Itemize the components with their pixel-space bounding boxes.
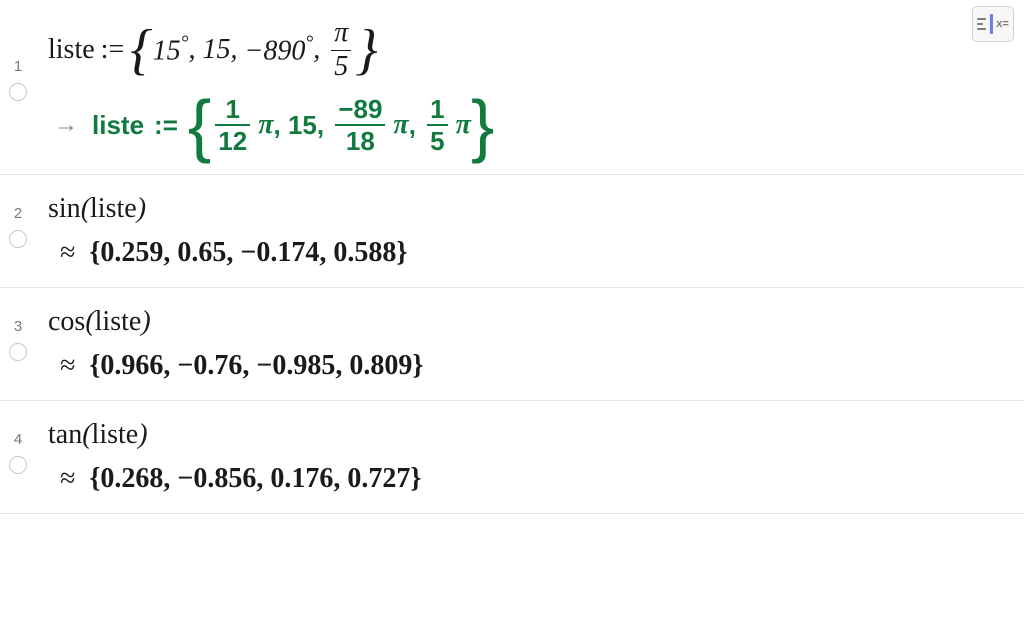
argument: liste [95, 306, 142, 337]
right-brace: } [355, 28, 377, 73]
approx-icon: ≈ [60, 350, 75, 382]
function-name: sin [48, 193, 81, 224]
row-number: 1 [14, 58, 22, 75]
output-expression: ≈ {0.966, −0.76, −0.985, 0.809} [48, 350, 1012, 382]
row-content: cos(liste) ≈ {0.966, −0.76, −0.985, 0.80… [36, 296, 1024, 386]
output-value: {0.966, −0.76, −0.985, 0.809} [89, 350, 423, 382]
output-arrow-icon: → [54, 111, 78, 139]
row-gutter: 3 [0, 296, 36, 361]
list-icon [977, 18, 986, 30]
symbolic-label: x= [996, 18, 1009, 30]
right-brace: } [471, 97, 494, 153]
list-item: −890° [245, 33, 314, 67]
cas-row[interactable]: 4 tan(liste) ≈ {0.268, −0.856, 0.176, 0.… [0, 401, 1024, 514]
function-name: cos [48, 306, 85, 337]
row-content: sin(liste) ≈ {0.259, 0.65, −0.174, 0.588… [36, 183, 1024, 273]
list-item-fraction: π 5 [331, 18, 351, 83]
output-value: {0.259, 0.65, −0.174, 0.588} [89, 237, 407, 269]
row-marker[interactable] [9, 230, 27, 248]
function-name: tan [48, 419, 82, 450]
cas-rows: 1 liste := { 15°, 15, −890°, π 5 } [0, 0, 1024, 514]
row-gutter: 2 [0, 183, 36, 248]
assign-op: := [101, 34, 125, 66]
out-fraction: 112 [215, 95, 250, 156]
cas-row[interactable]: 2 sin(liste) ≈ {0.259, 0.65, −0.174, 0.5… [0, 175, 1024, 288]
row-gutter: 1 [0, 8, 36, 101]
out-fraction: −8918 [335, 95, 385, 156]
output-expression: → liste := { 112 π, 15, −8918 π, [48, 95, 1012, 156]
input-expression[interactable]: liste := { 15°, 15, −890°, π 5 } [48, 18, 1012, 83]
row-number: 3 [14, 318, 22, 335]
left-brace: { [130, 28, 152, 73]
row-content: tan(liste) ≈ {0.268, −0.856, 0.176, 0.72… [36, 409, 1024, 499]
list-item: 15 [203, 34, 231, 66]
input-expression[interactable]: tan(liste) [48, 419, 1012, 451]
variable-name: liste [48, 34, 95, 66]
row-gutter: 4 [0, 409, 36, 474]
row-marker[interactable] [9, 343, 27, 361]
list-item: 15° [153, 33, 189, 67]
input-expression[interactable]: sin(liste) [48, 193, 1012, 225]
row-number: 2 [14, 205, 22, 222]
row-marker[interactable] [9, 83, 27, 101]
out-item: 15 [288, 110, 317, 141]
row-marker[interactable] [9, 456, 27, 474]
approx-icon: ≈ [60, 237, 75, 269]
left-brace: { [188, 97, 211, 153]
out-variable-name: liste [92, 110, 144, 141]
row-number: 4 [14, 431, 22, 448]
approx-icon: ≈ [60, 463, 75, 495]
argument: liste [92, 419, 139, 450]
symbolic-evaluate-button[interactable]: x= [972, 6, 1014, 42]
cas-row[interactable]: 3 cos(liste) ≈ {0.966, −0.76, −0.985, 0.… [0, 288, 1024, 401]
output-value: liste := { 112 π, 15, −8918 π, 15 [92, 95, 494, 156]
output-expression: ≈ {0.268, −0.856, 0.176, 0.727} [48, 463, 1012, 495]
output-value: {0.268, −0.856, 0.176, 0.727} [89, 463, 421, 495]
out-fraction: 15 [427, 95, 447, 156]
argument: liste [90, 193, 137, 224]
out-assign-op: := [154, 110, 178, 141]
cursor-icon [990, 14, 993, 34]
input-expression[interactable]: cos(liste) [48, 306, 1012, 338]
row-content: liste := { 15°, 15, −890°, π 5 } → [36, 8, 1024, 160]
cas-row[interactable]: 1 liste := { 15°, 15, −890°, π 5 } [0, 0, 1024, 175]
output-expression: ≈ {0.259, 0.65, −0.174, 0.588} [48, 237, 1012, 269]
